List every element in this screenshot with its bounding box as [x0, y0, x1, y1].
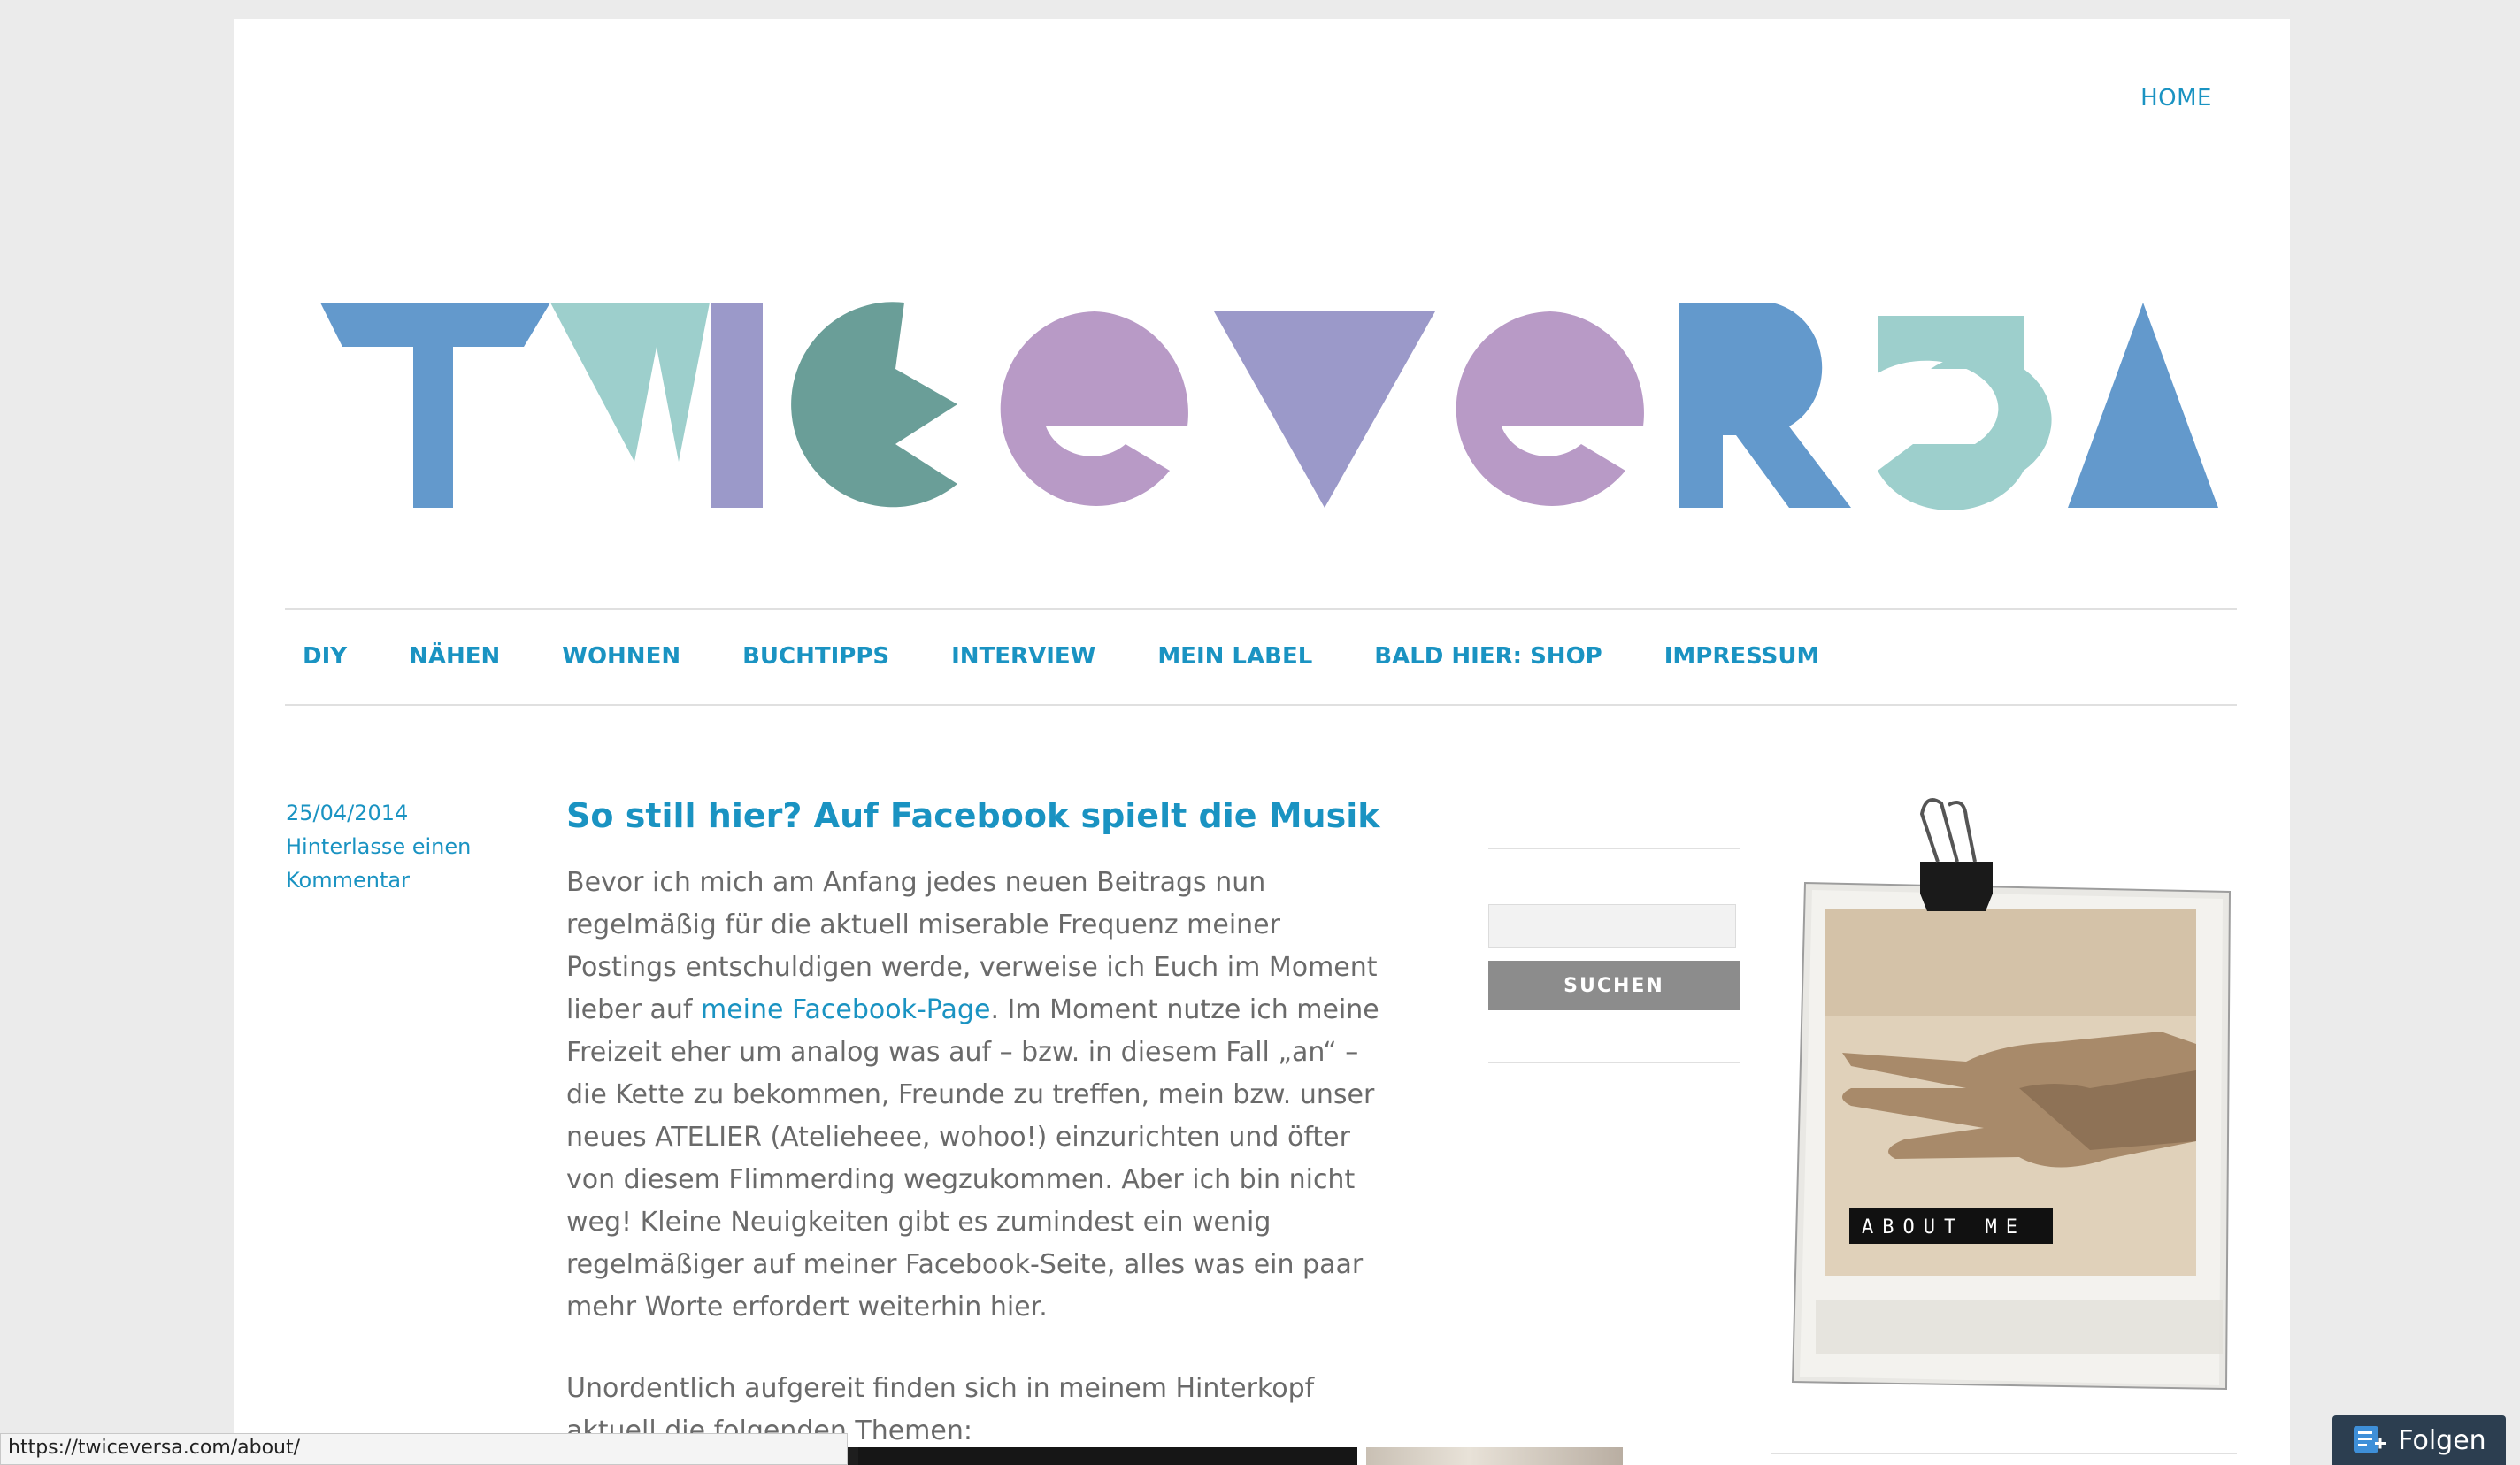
blog-post: So still hier? Auf Facebook spielt die M… — [566, 793, 1389, 1465]
post-paragraph-1-end: . Im Moment nutze ich meine Freizeit ehe… — [566, 994, 1379, 1323]
nav-item-naehen[interactable]: NÄHEN — [409, 643, 500, 670]
post-paragraph-1: Bevor ich mich am Anfang jedes neuen Bei… — [566, 862, 1389, 1329]
logo-graphic — [320, 302, 2218, 511]
post-title[interactable]: So still hier? Auf Facebook spielt die M… — [566, 793, 1389, 839]
post-date-link[interactable]: 25/04/2014 — [286, 796, 498, 830]
sidebar-divider — [1771, 1453, 2237, 1454]
nav-item-mein-label[interactable]: MEIN LABEL — [1157, 643, 1312, 670]
follow-label: Folgen — [2398, 1424, 2486, 1456]
main-navigation: DIY NÄHEN WOHNEN BUCHTIPPS INTERVIEW MEI… — [285, 630, 1863, 683]
about-me-polaroid: ABOUT ME — [1791, 798, 2232, 1391]
follow-icon — [2354, 1426, 2386, 1453]
nav-item-interview[interactable]: INTERVIEW — [951, 643, 1095, 670]
comment-link-line1[interactable]: Hinterlasse einen — [286, 830, 498, 863]
browser-status-bar: https://twiceversa.com/about/ — [0, 1433, 848, 1465]
about-me-label: ABOUT ME — [1862, 1216, 2026, 1239]
comment-link-line2[interactable]: Kommentar — [286, 863, 498, 897]
page-container: HOME DIY NÄHEN WOHNEN BUCHTIPPS INTERVIE… — [234, 19, 2290, 1465]
about-me-widget[interactable]: ABOUT ME — [1789, 787, 2249, 1400]
search-button[interactable]: SUCHEN — [1488, 961, 1740, 1010]
widget-divider-bottom — [1488, 1062, 1740, 1063]
post-meta: 25/04/2014 Hinterlasse einen Kommentar — [286, 796, 498, 897]
nav-item-impressum[interactable]: IMPRESSUM — [1664, 643, 1820, 670]
nav-item-shop[interactable]: BALD HIER: SHOP — [1374, 643, 1602, 670]
follow-button[interactable]: Folgen — [2332, 1415, 2506, 1465]
nav-item-wohnen[interactable]: WOHNEN — [562, 643, 680, 670]
facebook-page-link[interactable]: meine Facebook-Page — [701, 994, 990, 1025]
post-image-2 — [1366, 1447, 1623, 1465]
nav-item-buchtipps[interactable]: BUCHTIPPS — [742, 643, 889, 670]
nav-home-link[interactable]: HOME — [2140, 85, 2212, 111]
nav-divider-bottom — [285, 704, 2237, 706]
search-input[interactable] — [1488, 904, 1736, 948]
nav-divider-top — [285, 608, 2237, 610]
widget-divider-top — [1488, 848, 1740, 849]
site-logo[interactable] — [285, 179, 2240, 612]
nav-item-diy[interactable]: DIY — [303, 643, 347, 670]
